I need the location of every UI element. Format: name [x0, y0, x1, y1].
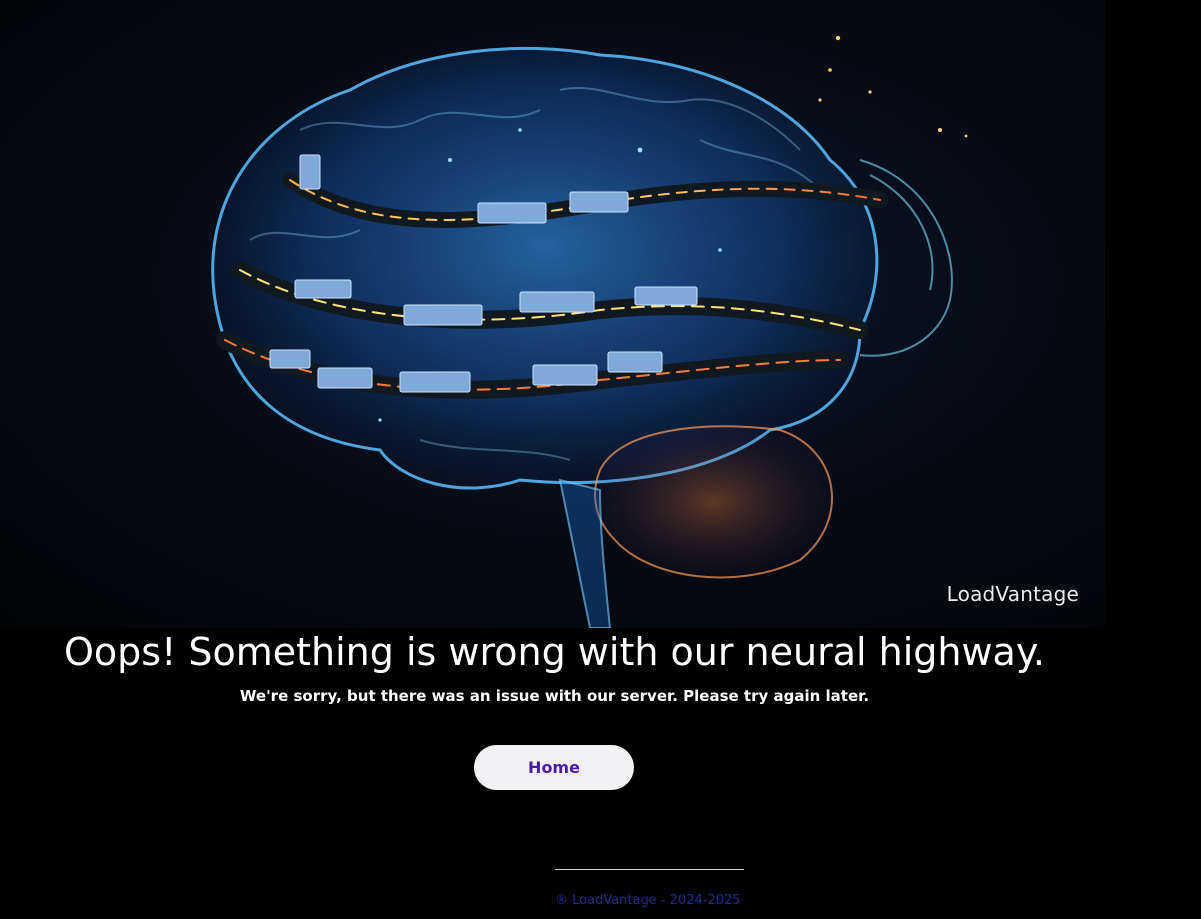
brain-shape: [211, 46, 879, 490]
home-button[interactable]: Home: [474, 745, 634, 790]
neural-highway-illustration: [211, 35, 968, 628]
cerebellum-shape: [594, 425, 833, 579]
error-headline: Oops! Something is wrong with our neural…: [63, 630, 1045, 674]
footer-divider: [555, 869, 744, 870]
error-message: We're sorry, but there was an issue with…: [239, 687, 870, 705]
footer-copyright: ® LoadVantage - 2024-2025: [555, 893, 741, 908]
error-page: LoadVantage Oops! Something is wrong wit…: [0, 0, 1201, 919]
hero-image: LoadVantage: [0, 0, 1105, 628]
brand-watermark: LoadVantage: [946, 582, 1079, 606]
